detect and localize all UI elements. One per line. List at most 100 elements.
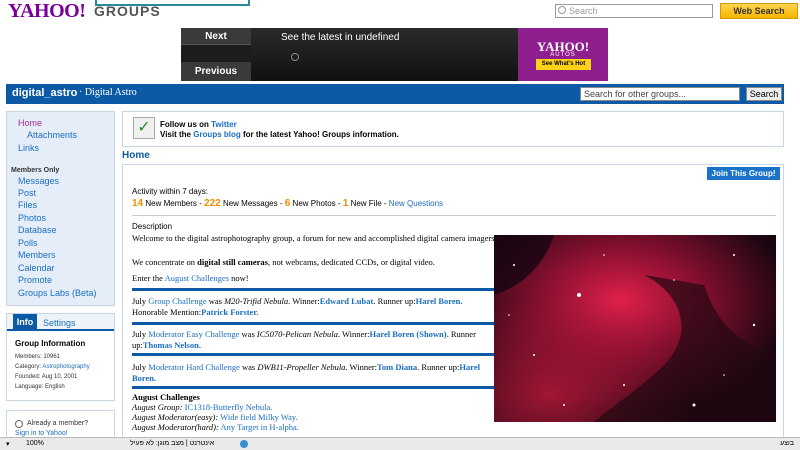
category-link[interactable]: Astrophotography: [42, 364, 89, 370]
winner-link[interactable]: Edward Lubat: [320, 296, 374, 306]
was-text: was: [206, 296, 225, 306]
group-subtitle: · Digital Astro: [79, 87, 137, 98]
honorable-mention-link[interactable]: Patrick Forster.: [201, 307, 258, 317]
nav-post[interactable]: Post: [18, 188, 36, 198]
concentrate-suffix: , not webcams, dedicated CCDs, or digita…: [268, 257, 435, 267]
yahoo-autos-ad[interactable]: YAHOO! AUTOS See What's Hot: [518, 28, 608, 81]
internet-zone-icon: [240, 440, 248, 448]
challenge-object: M20-Trifid Nebula: [224, 296, 289, 306]
join-group-button[interactable]: Join This Group!: [707, 167, 780, 180]
concentrate-bold: digital still cameras: [197, 257, 268, 267]
pelican-nebula-image[interactable]: [494, 235, 776, 422]
divider: [132, 215, 776, 216]
winner-link[interactable]: Tom Diana: [377, 362, 417, 372]
follow-text: Follow us on: [160, 120, 212, 129]
ad-video-area[interactable]: See the latest in undefined: [251, 28, 518, 81]
page-title: Home: [122, 150, 150, 161]
tab-info[interactable]: Info: [13, 314, 37, 331]
august-group-label: August Group:: [132, 402, 183, 412]
yahoo-header: YAHOO! GROUPS Search Web Search: [0, 0, 800, 24]
new-messages-text: New Messages -: [220, 199, 285, 208]
browser-status-bar: ▾ 100% אינטרנט | מצב מוגן: לא פעיל בוצע: [0, 437, 800, 450]
july-label: July: [132, 329, 149, 339]
founded-date: Founded: Aug 10, 2001: [15, 374, 78, 380]
nav-calendar[interactable]: Calendar: [18, 263, 55, 273]
dropdown-arrow-icon[interactable]: ▾: [6, 440, 10, 448]
new-file-text: New File -: [348, 199, 389, 208]
winner-link[interactable]: Harel Boren (Shown).: [369, 329, 448, 339]
new-members-text: New Members -: [143, 199, 205, 208]
was-text: was: [239, 329, 257, 339]
ad-next-button[interactable]: Next: [181, 28, 251, 45]
nav-polls[interactable]: Polls: [18, 238, 38, 248]
user-icon: [15, 420, 23, 428]
zoom-level[interactable]: 100%: [26, 440, 44, 447]
members-count: Members: 10961: [15, 354, 61, 360]
new-photos-text: New Photos -: [290, 199, 343, 208]
group-name[interactable]: digital_astro: [12, 87, 77, 99]
runner-up-link[interactable]: Harel Boren.: [416, 296, 463, 306]
autos-sublabel: AUTOS: [550, 52, 576, 58]
group-search-button[interactable]: Search: [746, 87, 782, 101]
nav-database[interactable]: Database: [18, 225, 57, 235]
left-navigation: Home Attachments Links Members Only Mess…: [6, 111, 115, 306]
see-whats-hot-button[interactable]: See What's Hot: [536, 59, 591, 70]
easy-challenge-link[interactable]: Moderator Easy Challenge: [148, 329, 239, 339]
web-search-button[interactable]: Web Search: [720, 3, 798, 19]
new-members-count[interactable]: 14: [132, 198, 143, 209]
groups-blog-link[interactable]: Groups blog: [193, 130, 241, 139]
august-challenges-link[interactable]: August Challenges: [165, 273, 229, 283]
concentrate-prefix: We concentrate on: [132, 257, 198, 267]
nav-promote[interactable]: Promote: [18, 275, 52, 285]
description-label: Description: [132, 222, 173, 231]
new-messages-count[interactable]: 222: [204, 198, 221, 209]
runner-up-link[interactable]: Thomas Nelson.: [143, 340, 201, 350]
august-hard-link[interactable]: Any Target in H-alpha.: [220, 422, 298, 432]
august-challenges: August Challenges August Group: IC1318-B…: [132, 392, 299, 432]
activity-summary: 14 New Members - 222 New Messages - 6 Ne…: [132, 198, 443, 209]
web-search-input[interactable]: Search: [555, 4, 713, 18]
sign-in-link[interactable]: Sign in to Yahoo!: [15, 430, 68, 437]
enter-challenges-text: Enter the August Challenges now!: [132, 273, 249, 283]
nav-groups-labs[interactable]: Groups Labs (Beta): [18, 288, 97, 298]
enter-prefix: Enter the: [132, 273, 165, 283]
member-signin-box: Already a member? Sign in to Yahoo!: [6, 410, 115, 440]
play-icon[interactable]: [291, 53, 299, 61]
group-challenge-link[interactable]: Group Challenge: [148, 296, 206, 306]
follow-twitter-line: Follow us on Twitter: [160, 120, 237, 129]
group-info-box: Info Settings Group Information Members:…: [6, 313, 115, 401]
honorable-mention-label: Honorable Mention:: [132, 307, 202, 317]
new-questions-link[interactable]: New Questions: [389, 199, 443, 208]
group-title-bar: digital_astro · Digital Astro Search for…: [6, 84, 784, 104]
july-group-challenge: July Group Challenge was M20-Trifid Nebu…: [132, 296, 497, 318]
runner-up-label: . Runner up:: [417, 362, 460, 372]
july-easy-challenge: July Moderator Easy Challenge was IC5070…: [132, 329, 497, 351]
challenge-object: IC5070-Pelican Nebula: [256, 329, 338, 339]
august-easy-link[interactable]: Wide field Milky Way.: [220, 412, 298, 422]
august-group-link[interactable]: IC1318-Butterfly Nebula.: [185, 402, 273, 412]
activity-label: Activity within 7 days:: [132, 187, 209, 196]
july-hard-challenge: July Moderator Hard Challenge was DWB11-…: [132, 362, 497, 384]
ad-previous-button[interactable]: Previous: [181, 62, 251, 81]
nav-links[interactable]: Links: [18, 143, 39, 153]
nav-members[interactable]: Members: [18, 250, 56, 260]
nav-messages[interactable]: Messages: [18, 176, 59, 186]
nav-home[interactable]: Home: [18, 118, 42, 128]
concentrate-text: We concentrate on digital still cameras,…: [132, 257, 435, 267]
tab-settings[interactable]: Settings: [43, 318, 76, 328]
group-search-input[interactable]: Search for other groups...: [580, 87, 740, 101]
nav-photos[interactable]: Photos: [18, 213, 46, 223]
challenge-object: DWB11-Propeller Nebula: [257, 362, 346, 372]
visit-text: Visit the: [160, 130, 194, 139]
hard-challenge-link[interactable]: Moderator Hard Challenge: [148, 362, 240, 372]
nav-files[interactable]: Files: [18, 200, 37, 210]
ad-headline: See the latest in undefined: [281, 32, 400, 43]
checkmark-icon: ✓: [133, 117, 155, 139]
twitter-link[interactable]: Twitter: [211, 120, 237, 129]
main-content: Join This Group! Activity within 7 days:…: [122, 164, 784, 442]
search-icon: [558, 6, 566, 14]
july-label: July: [132, 362, 149, 372]
groups-logo[interactable]: GROUPS: [94, 3, 161, 19]
yahoo-logo[interactable]: YAHOO!: [8, 0, 86, 23]
nav-attachments[interactable]: Attachments: [27, 130, 77, 140]
